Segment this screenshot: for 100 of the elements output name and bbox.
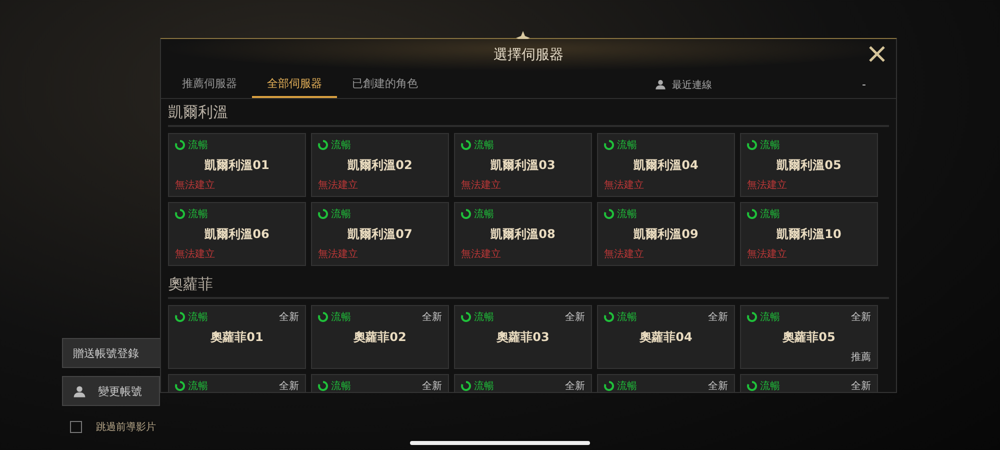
server-card[interactable]: 流暢 全新 奧蘿菲03 [454, 305, 592, 369]
recommended-tag: 推薦 [851, 350, 871, 364]
server-name: 奧蘿菲05 [782, 329, 836, 346]
server-card[interactable]: 流暢 全新 [311, 374, 449, 392]
new-tag: 全新 [565, 378, 585, 392]
recent-value: - [862, 78, 866, 91]
server-card[interactable]: 流暢 全新 奧蘿菲04 [597, 305, 735, 369]
new-tag: 全新 [708, 378, 728, 392]
server-card[interactable]: 流暢 全新 [168, 374, 306, 392]
server-status: 流暢 [331, 310, 351, 324]
server-status: 流暢 [617, 208, 637, 220]
server-card[interactable]: 流暢 全新 奧蘿菲05 推薦 [740, 305, 878, 369]
status-icon [604, 208, 614, 218]
new-tag: 全新 [422, 310, 442, 324]
server-name: 凱爾利溫03 [490, 157, 556, 174]
tab[interactable]: 全部伺服器 [252, 71, 337, 98]
checkbox[interactable] [70, 421, 82, 433]
server-name: 奧蘿菲03 [496, 329, 550, 346]
status-icon [461, 208, 471, 218]
server-status: 流暢 [188, 138, 208, 152]
server-status: 流暢 [474, 138, 494, 152]
server-card[interactable]: 流暢 凱爾利溫10 無法建立 [740, 202, 878, 266]
server-note: 無法建立 [318, 248, 359, 261]
dialog-title: 選擇伺服器 [494, 46, 564, 64]
server-status: 流暢 [188, 208, 208, 220]
server-card[interactable]: 流暢 凱爾利溫09 無法建立 [597, 202, 735, 266]
server-status: 流暢 [617, 380, 637, 392]
section-title: 凱爾利溫 [168, 99, 889, 127]
server-status: 流暢 [760, 208, 780, 220]
server-card[interactable]: 流暢 凱爾利溫05 無法建立 [740, 133, 878, 197]
server-card[interactable]: 流暢 全新 奧蘿菲01 [168, 305, 306, 369]
server-status: 流暢 [760, 310, 780, 324]
new-tag: 全新 [422, 378, 442, 392]
server-name: 凱爾利溫06 [204, 226, 270, 243]
server-card[interactable]: 流暢 凱爾利溫04 無法建立 [597, 133, 735, 197]
change-account-button[interactable]: 變更帳號 [62, 376, 160, 406]
server-card[interactable]: 流暢 全新 [454, 374, 592, 392]
server-status: 流暢 [331, 208, 351, 220]
new-tag: 全新 [851, 310, 871, 324]
server-name: 凱爾利溫02 [346, 157, 414, 174]
server-status: 流暢 [188, 380, 208, 392]
status-icon [175, 312, 185, 322]
server-name: 奧蘿菲01 [210, 329, 264, 346]
person-icon [73, 384, 86, 398]
server-name: 凱爾利溫05 [776, 157, 842, 174]
server-card[interactable]: 流暢 凱爾利溫03 無法建立 [454, 133, 592, 197]
new-tag: 全新 [279, 310, 299, 324]
status-icon [318, 312, 328, 322]
server-name: 凱爾利溫08 [490, 226, 556, 243]
server-name: 凱爾利溫10 [776, 226, 842, 243]
server-status: 流暢 [617, 310, 637, 324]
server-note: 無法建立 [604, 178, 645, 192]
new-tag: 全新 [279, 378, 299, 392]
server-status: 流暢 [474, 310, 494, 324]
server-name: 凱爾利溫07 [346, 226, 414, 243]
status-icon [175, 140, 185, 150]
status-icon [318, 208, 328, 218]
new-tag: 全新 [851, 378, 871, 392]
person-icon [655, 79, 666, 90]
server-note: 無法建立 [747, 248, 788, 261]
server-note: 無法建立 [747, 178, 788, 192]
server-note: 無法建立 [604, 248, 645, 261]
status-icon [747, 380, 757, 390]
status-icon [175, 208, 185, 218]
server-status: 流暢 [474, 208, 494, 220]
server-card[interactable]: 流暢 凱爾利溫08 無法建立 [454, 202, 592, 266]
server-card[interactable]: 流暢 凱爾利溫07 無法建立 [311, 202, 449, 266]
server-card[interactable]: 流暢 全新 [597, 374, 735, 392]
server-card[interactable]: 流暢 凱爾利溫06 無法建立 [168, 202, 306, 266]
server-status: 流暢 [188, 310, 208, 324]
server-name: 凱爾利溫04 [632, 157, 700, 174]
server-note: 無法建立 [461, 248, 502, 261]
close-button[interactable] [868, 45, 886, 63]
tab[interactable]: 推薦伺服器 [167, 71, 252, 98]
server-status: 流暢 [760, 138, 780, 152]
server-card[interactable]: 流暢 凱爾利溫01 無法建立 [168, 133, 306, 197]
status-icon [461, 380, 471, 390]
checkbox-label: 跳過前導影片 [96, 420, 156, 434]
server-card[interactable]: 流暢 凱爾利溫02 無法建立 [311, 133, 449, 197]
status-icon [604, 312, 614, 322]
server-name: 凱爾利溫09 [632, 226, 700, 243]
server-note: 無法建立 [461, 178, 502, 192]
status-icon [175, 380, 185, 390]
server-name: 奧蘿菲02 [352, 329, 408, 346]
status-icon [461, 140, 471, 150]
server-status: 流暢 [474, 380, 494, 392]
server-name: 凱爾利溫01 [204, 157, 270, 174]
server-card[interactable]: 流暢 全新 [740, 374, 878, 392]
new-tag: 全新 [565, 310, 585, 324]
server-status: 流暢 [331, 380, 351, 392]
server-note: 無法建立 [175, 178, 216, 192]
status-icon [747, 140, 757, 150]
section-title: 奧蘿菲 [168, 271, 889, 299]
server-status: 流暢 [760, 380, 780, 392]
status-icon [747, 312, 757, 322]
server-status: 流暢 [617, 138, 637, 152]
tab[interactable]: 已創建的角色 [337, 71, 433, 98]
server-card[interactable]: 流暢 全新 奧蘿菲02 [311, 305, 449, 369]
server-name: 奧蘿菲04 [638, 329, 694, 346]
status-icon [747, 208, 757, 218]
